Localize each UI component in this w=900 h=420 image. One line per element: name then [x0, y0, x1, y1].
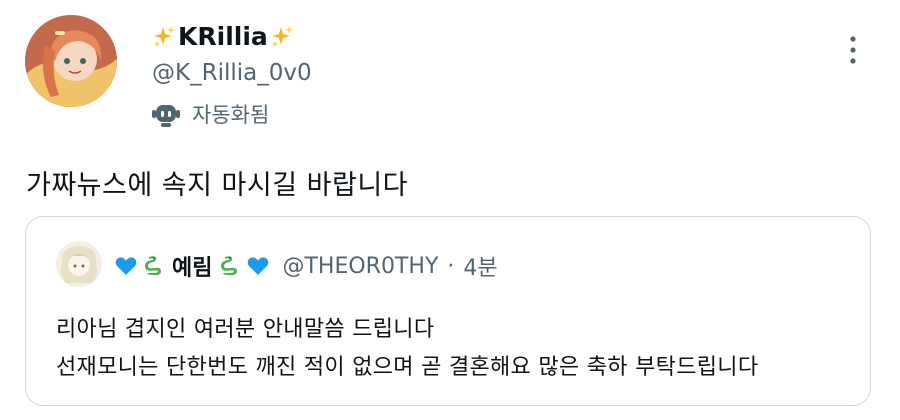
author-name-row[interactable]: KRillia: [152, 22, 294, 51]
tweet-text: 가짜뉴스에 속지 마시길 바랍니다: [26, 170, 409, 201]
quoted-handle[interactable]: @THEOR0THY: [282, 254, 438, 279]
separator-dot: ·: [447, 253, 455, 279]
quoted-text-line: 리아님 겹지인 여러분 안내말씀 드립니다: [56, 317, 435, 342]
snake-icon: [145, 256, 161, 276]
quoted-author-row[interactable]: 예림 @THEOR0THY · 4분: [114, 250, 498, 282]
more-options-button[interactable]: [838, 30, 868, 70]
automated-badge[interactable]: 자동화됨: [150, 98, 269, 130]
quoted-tweet-card[interactable]: 예림 @THEOR0THY · 4분 리아님 겹지인 여러분 안내말씀 드립니다…: [25, 216, 871, 406]
quoted-timestamp[interactable]: 4분: [463, 250, 497, 282]
quoted-author-avatar[interactable]: [56, 241, 102, 287]
snake-icon: [221, 256, 238, 276]
author-handle[interactable]: @K_Rillia_0v0: [152, 60, 312, 86]
blue-heart-icon: [248, 257, 269, 275]
robot-icon: [152, 105, 180, 127]
quoted-avatar-illustration: [56, 241, 102, 287]
quoted-text-line: 선재모니는 단한번도 깨진 적이 없으며 곧 결혼해요 많은 축하 부탁드립니다: [56, 355, 759, 380]
avatar-illustration: [25, 15, 117, 107]
author-display-name[interactable]: KRillia: [178, 22, 268, 51]
automated-label: 자동화됨: [192, 103, 270, 127]
sparkles-icon: [154, 25, 175, 47]
blue-heart-icon: [115, 257, 137, 275]
more-vertical-icon: [850, 36, 856, 64]
sparkles-icon: [271, 25, 293, 47]
author-avatar[interactable]: [25, 15, 117, 107]
quoted-display-name[interactable]: 예림: [172, 250, 212, 282]
